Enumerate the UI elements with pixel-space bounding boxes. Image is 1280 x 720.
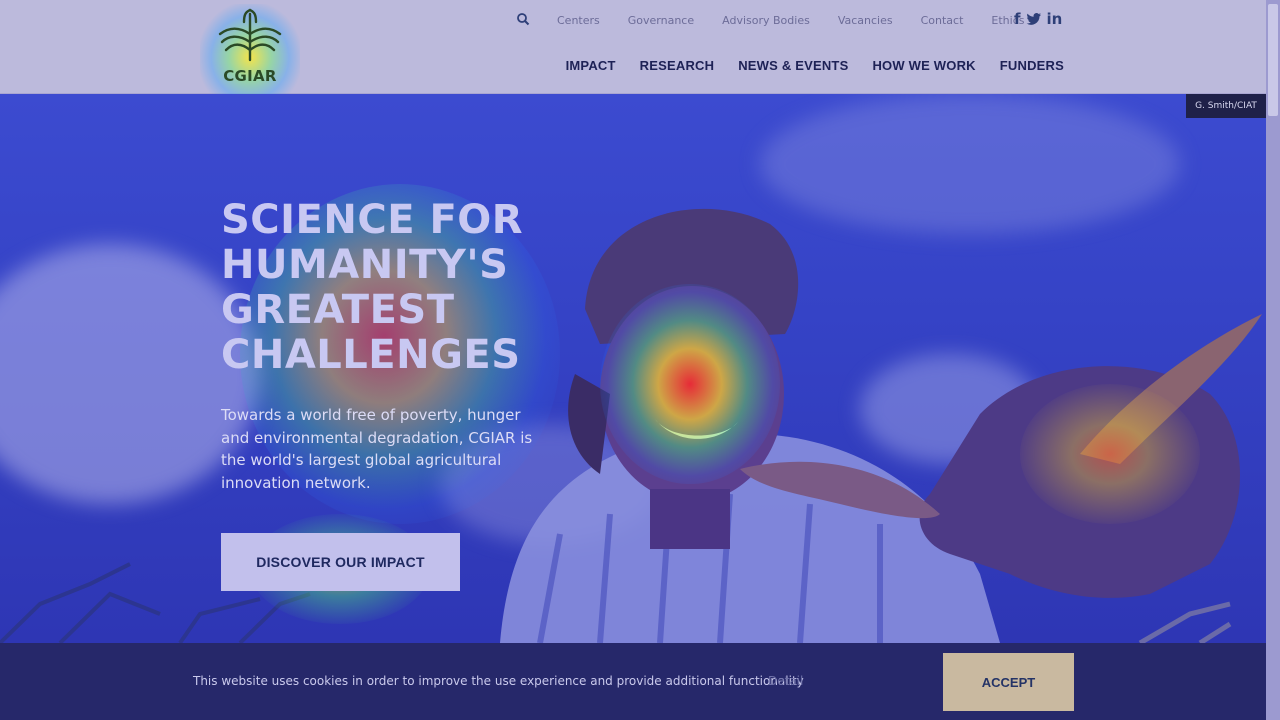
scrollbar-thumb[interactable]: [1268, 4, 1278, 116]
page-scrollbar[interactable]: [1266, 0, 1280, 720]
hero-title: SCIENCE FOR HUMANITY'S GREATEST CHALLENG…: [221, 198, 581, 378]
social-links: f in: [1014, 12, 1062, 27]
nav-how-we-work[interactable]: HOW WE WORK: [848, 58, 975, 73]
util-link-centers[interactable]: Centers: [543, 14, 614, 28]
cgiar-logo[interactable]: CGIAR: [200, 4, 300, 96]
hero-photo: [0, 208, 1262, 643]
cookie-detail-link[interactable]: Detail: [768, 674, 803, 688]
hero-title-line: CHALLENGES: [221, 332, 521, 378]
utility-nav: Centers Governance Advisory Bodies Vacan…: [543, 14, 1038, 28]
accept-cookies-button[interactable]: ACCEPT: [943, 653, 1074, 711]
nav-news-events[interactable]: NEWS & EVENTS: [714, 58, 848, 73]
hero-title-line: HUMANITY'S: [221, 242, 509, 288]
hero-description: Towards a world free of poverty, hunger …: [221, 406, 533, 492]
cookie-banner: This website uses cookies in order to im…: [0, 643, 1266, 720]
wheat-logo-icon: [218, 8, 282, 62]
search-icon[interactable]: [516, 12, 530, 26]
nav-impact[interactable]: IMPACT: [542, 58, 616, 73]
hero-banner: G. Smith/CIAT SCIENCE FOR HUMANITY'S GRE…: [0, 94, 1266, 643]
main-nav: IMPACT RESEARCH NEWS & EVENTS HOW WE WOR…: [542, 58, 1064, 73]
logo-text: CGIAR: [223, 67, 277, 85]
util-link-governance[interactable]: Governance: [614, 14, 708, 28]
util-link-vacancies[interactable]: Vacancies: [824, 14, 907, 28]
cookie-text: This website uses cookies in order to im…: [193, 674, 804, 688]
hero-title-line: SCIENCE FOR: [221, 197, 524, 243]
util-link-contact[interactable]: Contact: [907, 14, 978, 28]
twitter-icon[interactable]: [1026, 12, 1042, 27]
hero-title-line: GREATEST: [221, 287, 455, 333]
linkedin-icon[interactable]: in: [1047, 12, 1063, 27]
site-header: CGIAR Centers Governance Advisory Bodies…: [0, 0, 1266, 96]
facebook-icon[interactable]: f: [1014, 12, 1021, 27]
photo-credit: G. Smith/CIAT: [1186, 94, 1266, 118]
util-link-advisory-bodies[interactable]: Advisory Bodies: [708, 14, 824, 28]
nav-research[interactable]: RESEARCH: [616, 58, 715, 73]
discover-impact-button[interactable]: DISCOVER OUR IMPACT: [221, 533, 460, 591]
nav-funders[interactable]: FUNDERS: [976, 58, 1064, 73]
